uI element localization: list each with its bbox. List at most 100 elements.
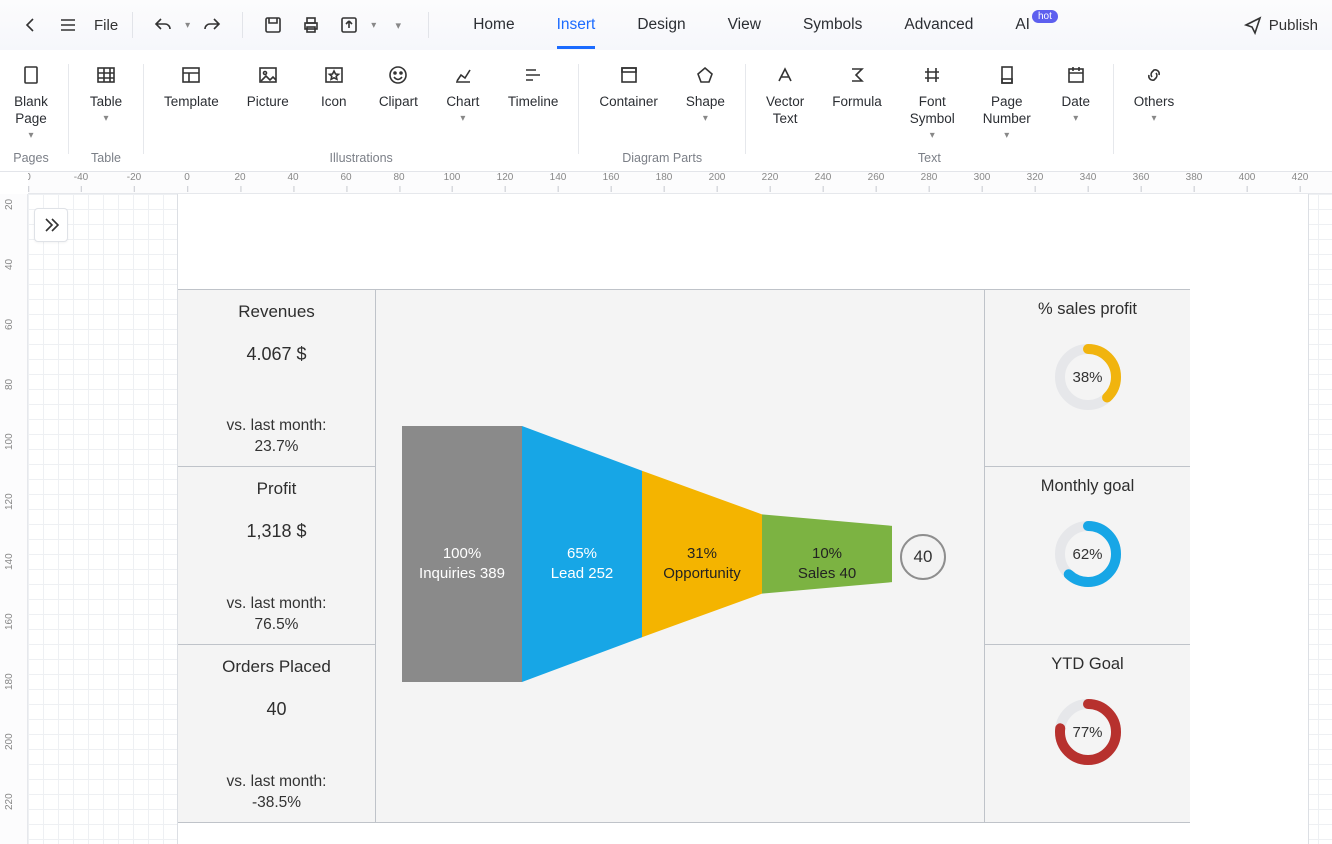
chevron-left-icon: [20, 15, 40, 35]
metric-revenues[interactable]: Revenues 4.067 $ vs. last month:23.7%: [178, 289, 376, 467]
gauge-2[interactable]: YTD Goal 77%: [984, 645, 1190, 823]
insert-ribbon: Blank Page▾ Pages Table▾ Table Template …: [0, 50, 1332, 172]
chevron-double-right-icon: [41, 215, 61, 235]
ai-hot-badge: hot: [1032, 10, 1058, 23]
undo-caret[interactable]: ▾: [185, 20, 190, 31]
document-page[interactable]: Revenues 4.067 $ vs. last month:23.7% Pr…: [178, 194, 1308, 844]
metric-value: 1,318 $: [246, 521, 306, 542]
star-icon: [321, 62, 347, 88]
menu-tabs: Home Insert Design View Symbols Advanced…: [473, 10, 1056, 40]
template-icon: [178, 62, 204, 88]
funnel-segment-label: 10%Sales 40: [798, 544, 856, 585]
chart-icon: [450, 62, 476, 88]
page-number-icon: [994, 62, 1020, 88]
metrics-left: Revenues 4.067 $ vs. last month:23.7% Pr…: [178, 289, 376, 823]
undo-icon: [153, 15, 173, 35]
container-button[interactable]: Container: [585, 58, 672, 124]
sigma-icon: [844, 62, 870, 88]
canvas[interactable]: Revenues 4.067 $ vs. last month:23.7% Pr…: [28, 194, 1332, 844]
metric-title: Revenues: [238, 302, 315, 322]
export-icon: [339, 15, 359, 35]
expand-panel-button[interactable]: [34, 208, 68, 242]
tab-insert[interactable]: Insert: [557, 10, 596, 40]
paper-plane-icon: [1243, 15, 1263, 35]
tab-design[interactable]: Design: [637, 10, 685, 40]
funnel-segment-label: 100%Inquiries 389: [419, 544, 505, 585]
font-symbol-button[interactable]: Font Symbol▾: [896, 58, 969, 141]
funnel-segment-label: 65%Lead 252: [551, 544, 614, 585]
picture-button[interactable]: Picture: [233, 58, 303, 124]
workspace: 20406080100120140160180200220 Revenues 4…: [0, 194, 1332, 844]
tab-advanced[interactable]: Advanced: [904, 10, 973, 40]
vector-text-icon: [772, 62, 798, 88]
donut-chart: 38%: [1052, 341, 1124, 413]
page-number-button[interactable]: Page Number▾: [969, 58, 1045, 141]
group-text-label: Text: [918, 151, 941, 171]
tab-home[interactable]: Home: [473, 10, 514, 40]
group-table-label: Table: [91, 151, 121, 171]
gauge-0[interactable]: % sales profit 38%: [984, 289, 1190, 467]
gauge-1[interactable]: Monthly goal 62%: [984, 467, 1190, 645]
back-button[interactable]: [14, 9, 46, 41]
clipart-button[interactable]: Clipart: [365, 58, 432, 124]
publish-button[interactable]: Publish: [1243, 15, 1318, 35]
template-button[interactable]: Template: [150, 58, 233, 124]
group-diagram-label: Diagram Parts: [622, 151, 702, 171]
hamburger-icon: [58, 15, 78, 35]
shape-button[interactable]: Shape▾: [672, 58, 739, 124]
table-button[interactable]: Table▾: [75, 58, 137, 124]
donut-chart: 62%: [1052, 518, 1124, 590]
metric-title: Profit: [257, 479, 297, 499]
blank-page-button[interactable]: Blank Page▾: [0, 58, 62, 141]
print-icon: [301, 15, 321, 35]
metrics-right: % sales profit 38% Monthly goal 62% YTD …: [984, 289, 1190, 823]
redo-button[interactable]: [196, 9, 228, 41]
export-button[interactable]: [333, 9, 365, 41]
metric-value: 4.067 $: [246, 344, 306, 365]
quick-access-toolbar: File ▾ ▾ ▾ Home Insert Design View Symbo…: [0, 0, 1332, 50]
funnel-end-value: 40: [900, 534, 946, 580]
icon-button[interactable]: Icon: [303, 58, 365, 124]
gauge-value: 38%: [1052, 341, 1124, 413]
others-button[interactable]: Others▾: [1120, 58, 1189, 124]
gauge-value: 62%: [1052, 518, 1124, 590]
chart-button[interactable]: Chart▾: [432, 58, 494, 124]
group-pages-label: Pages: [13, 151, 48, 171]
vector-text-button[interactable]: Vector Text: [752, 58, 818, 141]
export-caret[interactable]: ▾: [371, 20, 376, 31]
date-button[interactable]: Date▾: [1045, 58, 1107, 141]
gauge-title: YTD Goal: [1051, 655, 1123, 674]
funnel-segment-label: 31%Opportunity: [663, 544, 741, 585]
page-icon: [18, 62, 44, 88]
menu-button[interactable]: [52, 9, 84, 41]
table-icon: [93, 62, 119, 88]
file-menu-label[interactable]: File: [94, 17, 118, 34]
link-icon: [1141, 62, 1167, 88]
timeline-button[interactable]: Timeline: [494, 58, 573, 124]
calendar-icon: [1063, 62, 1089, 88]
save-icon: [263, 15, 283, 35]
undo-button[interactable]: [147, 9, 179, 41]
metric-title: Orders Placed: [222, 657, 331, 677]
timeline-icon: [520, 62, 546, 88]
metric-profit[interactable]: Profit 1,318 $ vs. last month:76.5%: [178, 467, 376, 645]
more-quick-button[interactable]: ▾: [382, 9, 414, 41]
formula-button[interactable]: Formula: [818, 58, 896, 141]
smiley-icon: [385, 62, 411, 88]
gauge-title: Monthly goal: [1041, 477, 1135, 496]
metric-value: 40: [266, 699, 286, 720]
container-icon: [616, 62, 642, 88]
gauge-value: 77%: [1052, 696, 1124, 768]
gauge-title: % sales profit: [1038, 300, 1137, 319]
funnel-chart: 100%Inquiries 389 65%Lead 252 31%Opportuni…: [402, 426, 892, 682]
tab-symbols[interactable]: Symbols: [803, 10, 862, 40]
metric-orders[interactable]: Orders Placed 40 vs. last month:-38.5%: [178, 645, 376, 823]
save-button[interactable]: [257, 9, 289, 41]
group-illustrations-label: Illustrations: [330, 151, 393, 171]
tab-view[interactable]: View: [728, 10, 761, 40]
ruler-vertical: 20406080100120140160180200220: [0, 194, 28, 844]
funnel-panel[interactable]: 100%Inquiries 389 65%Lead 252 31%Opportuni…: [376, 289, 984, 823]
picture-icon: [255, 62, 281, 88]
print-button[interactable]: [295, 9, 327, 41]
tab-ai[interactable]: AIhot: [1015, 10, 1056, 40]
